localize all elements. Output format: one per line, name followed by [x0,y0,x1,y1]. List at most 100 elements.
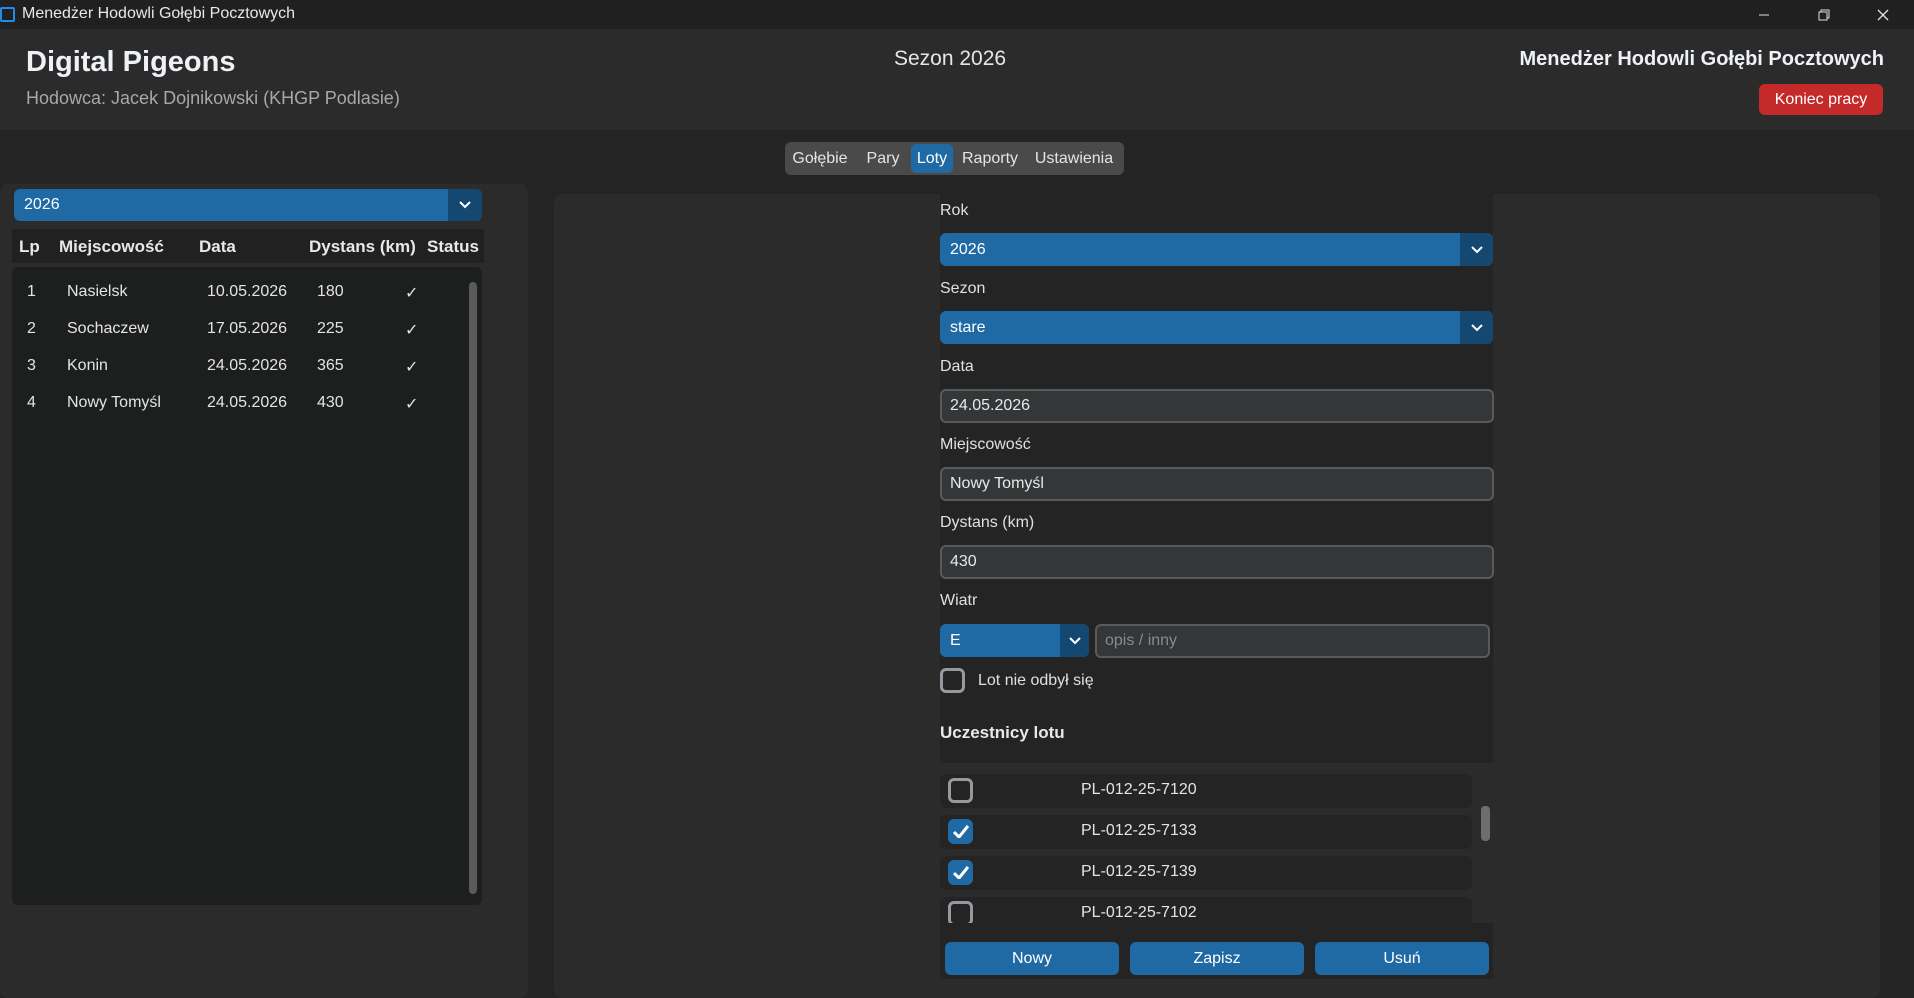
cell-distance: 365 [317,357,344,374]
participants-list: PL-012-25-7120 PL-012-25-7133 PL-012-25-… [940,763,1493,923]
close-window-button[interactable] [1854,0,1912,29]
cell-date: 24.05.2026 [207,357,288,374]
year-filter-select[interactable]: 2026 [14,189,482,221]
app-name: Menedżer Hodowli Gołębi Pocztowych [1519,48,1884,70]
participants-scrollbar[interactable] [1481,806,1490,841]
cell-lp: 3 [27,357,36,374]
column-header-place[interactable]: Miejscowość [59,237,164,257]
wind-description-input[interactable]: opis / inny [1095,624,1490,658]
cell-distance: 180 [317,283,344,300]
cell-lp: 1 [27,283,36,300]
save-button[interactable]: Zapisz [1130,942,1304,975]
cell-date: 24.05.2026 [207,394,288,411]
cell-status: ✓ [405,285,419,302]
chevron-down-icon[interactable] [1460,233,1493,266]
wind-label: Wiatr [940,592,978,609]
restore-icon [1818,9,1830,20]
list-item[interactable]: PL-012-25-7139 [940,856,1472,890]
brand-title: Digital Pigeons [26,46,236,78]
main-tabs: Gołębie Pary Loty Raporty Ustawienia [785,142,1124,175]
delete-button[interactable]: Usuń [1315,942,1489,975]
season-select-value: stare [950,318,986,336]
wind-direction-select[interactable]: E [940,624,1089,657]
season-select[interactable]: stare [940,311,1493,344]
list-item[interactable]: PL-012-25-7120 [940,774,1472,808]
wind-description-placeholder: opis / inny [1105,632,1178,649]
distance-field[interactable]: 430 [940,545,1494,579]
wind-direction-value: E [950,631,961,649]
column-header-lp[interactable]: Lp [19,237,40,257]
flights-table-header: Lp Miejscowość Data Dystans (km) Status [12,229,484,263]
cell-place: Nasielsk [67,283,128,300]
ring-number: PL-012-25-7102 [1081,904,1197,921]
column-header-status[interactable]: Status [427,237,479,257]
year-select-value: 2026 [950,240,986,258]
app-icon [0,7,15,22]
distance-field-value: 430 [950,553,977,570]
season-label: Sezon 2026 [894,47,1007,70]
window-title: Menedżer Hodowli Gołębi Pocztowych [22,5,296,22]
cell-status: ✓ [405,359,419,376]
participant-checkbox[interactable] [948,901,973,923]
restore-button[interactable] [1795,0,1853,29]
logout-button[interactable]: Koniec pracy [1759,84,1883,115]
chevron-down-icon[interactable] [448,189,482,221]
cell-place: Nowy Tomyśl [67,394,161,411]
participant-checkbox[interactable] [948,860,973,885]
not-held-label: Lot nie odbył się [978,672,1094,689]
tab-pigeons[interactable]: Gołębie [787,144,853,173]
date-label: Data [940,358,974,375]
new-flight-button[interactable]: Nowy [945,942,1119,975]
cell-distance: 430 [317,394,344,411]
cell-date: 10.05.2026 [207,283,288,300]
ring-number: PL-012-25-7139 [1081,863,1197,880]
chevron-down-icon[interactable] [1060,624,1089,657]
column-header-date[interactable]: Data [199,237,236,257]
date-field-value: 24.05.2026 [950,397,1031,414]
checkmark-icon [952,825,969,838]
list-item[interactable]: PL-012-25-7133 [940,815,1472,849]
cell-date: 17.05.2026 [207,320,288,337]
app-header [0,29,1914,130]
cell-lp: 2 [27,320,36,337]
table-row[interactable]: 3 Konin 24.05.2026 365 ✓ [12,352,452,382]
column-header-distance[interactable]: Dystans (km) [309,237,416,257]
cell-place: Sochaczew [67,320,149,337]
place-field-value: Nowy Tomyśl [950,475,1044,492]
tab-flights[interactable]: Loty [911,144,953,173]
not-held-checkbox[interactable] [940,668,965,693]
participant-checkbox[interactable] [948,819,973,844]
close-icon [1877,9,1889,20]
cell-lp: 4 [27,394,36,411]
tab-settings[interactable]: Ustawienia [1027,144,1121,173]
chevron-down-icon[interactable] [1460,311,1493,344]
tab-pairs[interactable]: Pary [857,144,909,173]
season-field-label: Sezon [940,280,986,297]
place-field[interactable]: Nowy Tomyśl [940,467,1494,501]
checkmark-icon [952,866,969,879]
ring-number: PL-012-25-7120 [1081,781,1197,798]
date-field[interactable]: 24.05.2026 [940,389,1494,423]
table-row[interactable]: 1 Nasielsk 10.05.2026 180 ✓ [12,278,452,308]
ring-number: PL-012-25-7133 [1081,822,1197,839]
participant-checkbox[interactable] [948,778,973,803]
place-label: Miejscowość [940,436,1031,453]
breeder-info: Hodowca: Jacek Dojnikowski (KHGP Podlasi… [26,88,400,108]
year-label: Rok [940,202,969,219]
flights-table: 1 Nasielsk 10.05.2026 180 ✓ 2 Sochaczew … [12,267,482,905]
year-select[interactable]: 2026 [940,233,1493,266]
minimize-button[interactable] [1735,0,1793,29]
flights-table-scrollbar[interactable] [469,282,477,894]
cell-status: ✓ [405,322,419,339]
tab-reports[interactable]: Raporty [957,144,1023,173]
year-filter-value: 2026 [24,196,60,213]
table-row[interactable]: 2 Sochaczew 17.05.2026 225 ✓ [12,315,452,345]
minimize-icon [1759,14,1769,15]
distance-label: Dystans (km) [940,514,1035,531]
cell-place: Konin [67,357,108,374]
cell-status: ✓ [405,396,419,413]
list-item[interactable]: PL-012-25-7102 [940,897,1472,923]
participants-title: Uczestnicy lotu [940,723,1065,742]
cell-distance: 225 [317,320,344,337]
table-row[interactable]: 4 Nowy Tomyśl 24.05.2026 430 ✓ [12,389,452,419]
